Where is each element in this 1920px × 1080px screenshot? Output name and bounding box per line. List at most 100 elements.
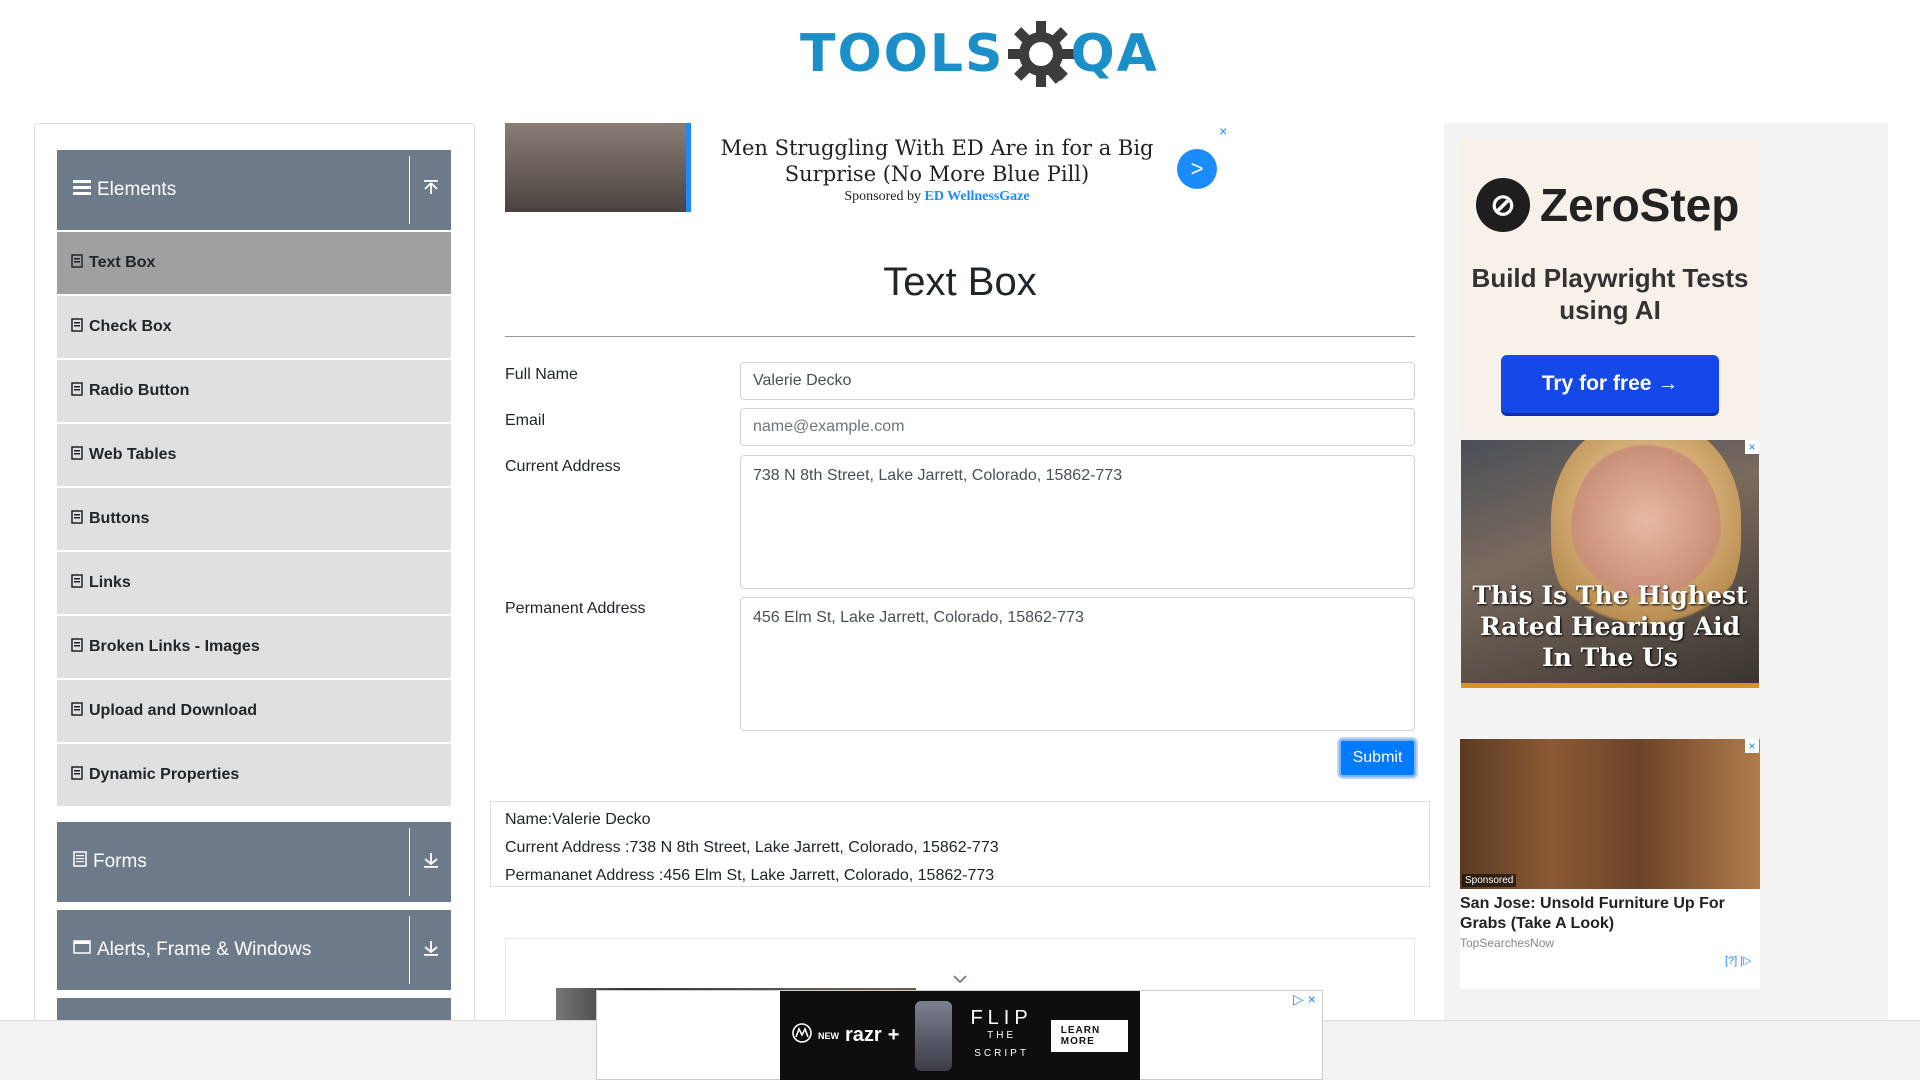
sidebar-item-label: Upload and Download [89, 702, 257, 719]
list-icon [71, 381, 83, 401]
zerostep-ad[interactable]: ⊘ ZeroStep Build Playwright Tests using … [1460, 138, 1760, 438]
zerostep-mark-icon: ⊘ [1476, 178, 1530, 232]
ad-image[interactable] [505, 123, 691, 212]
chevron-down-icon[interactable] [952, 968, 968, 989]
list-icon [71, 637, 83, 657]
ad-headline[interactable]: Men Struggling With ED Are in for a Big … [712, 135, 1162, 187]
sponsor-name[interactable]: ED WellnessGaze [924, 189, 1029, 204]
email-label: Email [505, 412, 546, 429]
sidebar-item-label: Links [89, 574, 131, 591]
sidebar-item-label: Web Tables [89, 446, 177, 463]
try-for-free-button[interactable]: Try for free → [1501, 355, 1719, 413]
list-icon [71, 445, 83, 465]
zerostep-tagline: Build Playwright Tests using AI [1471, 263, 1749, 325]
list-icon [71, 701, 83, 721]
group-title: Forms [93, 851, 147, 872]
form-icon [73, 851, 87, 873]
learn-more-button[interactable]: LEARN MORE [1050, 1019, 1128, 1052]
ad-sponsor-line: Sponsored by ED WellnessGaze [712, 189, 1162, 205]
output-permanent-address: Permananet Address :456 Elm St, Lake Jar… [505, 867, 995, 884]
upload-icon [423, 179, 439, 202]
sidebar-item-text-box[interactable]: Text Box [57, 232, 451, 294]
group-header-elements[interactable]: Elements [57, 150, 451, 230]
motorola-icon [792, 1022, 812, 1049]
group-label: Alerts, Frame & Windows [57, 939, 311, 961]
sidebar-item-check-box[interactable]: Check Box [57, 296, 451, 358]
razr-logo: NEW razr + [792, 1022, 900, 1049]
download-icon [423, 939, 439, 962]
razr-new: NEW [818, 1030, 839, 1041]
flip-text: FLIP THE SCRIPT [968, 1006, 1034, 1063]
furniture-ad-headline[interactable]: San Jose: Unsold Furniture Up For Grabs … [1460, 894, 1760, 934]
submit-button[interactable]: Submit [1339, 739, 1416, 777]
sidebar-item-web-tables[interactable]: Web Tables [57, 424, 451, 486]
razr-plus: + [887, 1024, 900, 1046]
output-box: Name:Valerie Decko Current Address :738 … [490, 801, 1430, 887]
adchoices-icon[interactable]: [?] |▷ [1725, 954, 1752, 967]
group-label: Forms [57, 851, 147, 873]
sidebar-item-links[interactable]: Links [57, 552, 451, 614]
sidebar: Elements Text Box Check Box Radio Button [34, 123, 475, 1063]
sidebar-item-dynamic-properties[interactable]: Dynamic Properties [57, 744, 451, 806]
group-title: Alerts, Frame & Windows [97, 939, 312, 960]
hearing-ad-headline: This Is The Highest Rated Hearing Aid In… [1472, 581, 1748, 672]
hamburger-icon [73, 179, 91, 201]
full-name-label: Full Name [505, 366, 578, 383]
flip-word: FLIP [970, 1006, 1033, 1029]
furniture-image[interactable] [1460, 739, 1760, 889]
sidebar-item-buttons[interactable]: Buttons [57, 488, 451, 550]
group-header-forms[interactable]: Forms [57, 822, 451, 902]
zerostep-brand: ZeroStep [1540, 179, 1740, 231]
email-input[interactable]: name@example.com [740, 408, 1415, 446]
group-header-alerts[interactable]: Alerts, Frame & Windows [57, 910, 451, 990]
sponsored-prefix: Sponsored by [844, 189, 921, 204]
close-icon[interactable]: × [1745, 739, 1759, 753]
current-address-textarea[interactable]: 738 N 8th Street, Lake Jarrett, Colorado… [740, 455, 1415, 589]
razr-brand: razr [845, 1024, 882, 1046]
sponsored-badge: Sponsored [1462, 874, 1517, 887]
list-icon [71, 317, 83, 337]
furniture-ad-source: TopSearchesNow [1460, 936, 1555, 950]
download-icon [423, 851, 439, 874]
top-ad-banner[interactable]: Men Struggling With ED Are in for a Big … [505, 123, 1235, 213]
divider [505, 336, 1415, 337]
hearing-aid-ad[interactable]: This Is The Highest Rated Hearing Aid In… [1461, 440, 1759, 688]
razr-ad[interactable]: NEW razr + FLIP THE SCRIPT LEARN MORE [780, 991, 1140, 1080]
page: TOOLS QA Elements Text Box Check Box Rad… [0, 0, 1920, 1080]
sidebar-item-upload-download[interactable]: Upload and Download [57, 680, 451, 742]
logo-text-qa: QA [1070, 24, 1159, 84]
permanent-address-label: Permanent Address [505, 600, 646, 617]
close-icon[interactable]: × [1219, 123, 1227, 139]
list-icon [71, 573, 83, 593]
ad-photo [915, 1000, 953, 1071]
sidebar-item-radio-button[interactable]: Radio Button [57, 360, 451, 422]
sidebar-item-broken-links[interactable]: Broken Links - Images [57, 616, 451, 678]
list-icon [71, 509, 83, 529]
group-title: Elements [97, 179, 177, 200]
close-icon[interactable]: ▷ × [1293, 991, 1316, 1008]
permanent-address-textarea[interactable]: 456 Elm St, Lake Jarrett, Colorado, 1586… [740, 597, 1415, 731]
output-name: Name:Valerie Decko [505, 811, 651, 828]
sidebar-item-label: Buttons [89, 510, 150, 527]
elements-menu: Text Box Check Box Radio Button Web Tabl… [57, 232, 451, 806]
list-icon [71, 253, 83, 273]
full-name-input[interactable]: Valerie Decko [740, 362, 1415, 400]
toolsqa-logo[interactable]: TOOLS QA [800, 14, 1167, 94]
sidebar-item-label: Dynamic Properties [89, 766, 240, 783]
page-title: Text Box [883, 260, 1037, 304]
expand-toggle[interactable] [409, 916, 451, 984]
furniture-ad[interactable]: Sponsored San Jose: Unsold Furniture Up … [1460, 739, 1760, 989]
group-label: Elements [57, 179, 176, 201]
output-current-address: Current Address :738 N 8th Street, Lake … [505, 839, 999, 856]
gear-icon [1004, 17, 1078, 91]
collapse-toggle[interactable] [409, 156, 451, 224]
current-address-label: Current Address [505, 458, 621, 475]
expand-toggle[interactable] [409, 828, 451, 896]
ad-arrow-button[interactable]: > [1177, 149, 1217, 189]
close-icon[interactable]: × [1745, 440, 1759, 454]
sidebar-item-label: Text Box [89, 254, 156, 271]
list-icon [71, 765, 83, 785]
